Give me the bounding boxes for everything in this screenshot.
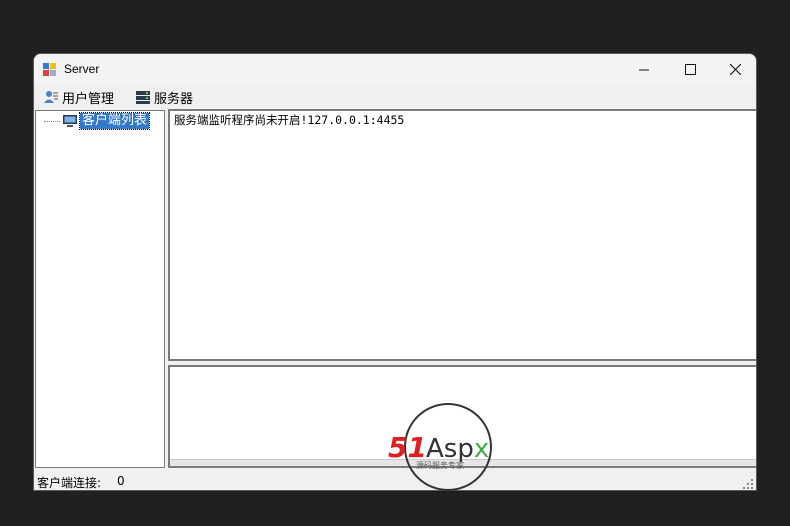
maximize-button[interactable]: [667, 54, 713, 85]
tree-node-label: 客户端列表: [78, 112, 151, 130]
app-icon: [43, 63, 56, 76]
menu-user-management[interactable]: 用户管理: [43, 87, 114, 107]
close-button[interactable]: [712, 54, 756, 85]
tree-node-client-list[interactable]: 客户端列表: [44, 112, 151, 130]
server-icon: [136, 91, 150, 104]
close-icon: [729, 64, 741, 75]
log-output[interactable]: 服务端监听程序尚未开启!127.0.0.1:4455: [168, 109, 756, 361]
menu-bar: 用户管理 服务器: [34, 85, 756, 109]
menu-server[interactable]: 服务器: [135, 87, 193, 107]
maximize-icon: [684, 64, 696, 75]
client-connections-label: 客户端连接:: [37, 476, 102, 490]
log-text: 服务端监听程序尚未开启!127.0.0.1:4455: [174, 113, 405, 127]
title-bar[interactable]: Server: [34, 54, 756, 85]
menu-user-management-label: 用户管理: [62, 91, 115, 107]
computer-icon: [63, 115, 77, 127]
user-manage-icon: [44, 91, 58, 103]
minimize-button[interactable]: [621, 54, 667, 85]
minimize-icon: [639, 69, 649, 70]
client-tree[interactable]: 客户端列表: [35, 110, 165, 468]
message-input[interactable]: [168, 365, 756, 468]
horizontal-scrollbar[interactable]: [170, 459, 756, 466]
resize-grip-icon[interactable]: [742, 478, 754, 490]
client-connections-count: 0: [117, 474, 125, 488]
server-window: Server 用户管理 服务器 客户端列表 服务端监听程序尚未开启!127.0.…: [33, 53, 757, 491]
window-title: Server: [64, 62, 100, 76]
menu-server-label: 服务器: [154, 91, 194, 107]
status-bar: 客户端连接: 0: [34, 470, 756, 490]
tree-connector: [44, 120, 60, 122]
